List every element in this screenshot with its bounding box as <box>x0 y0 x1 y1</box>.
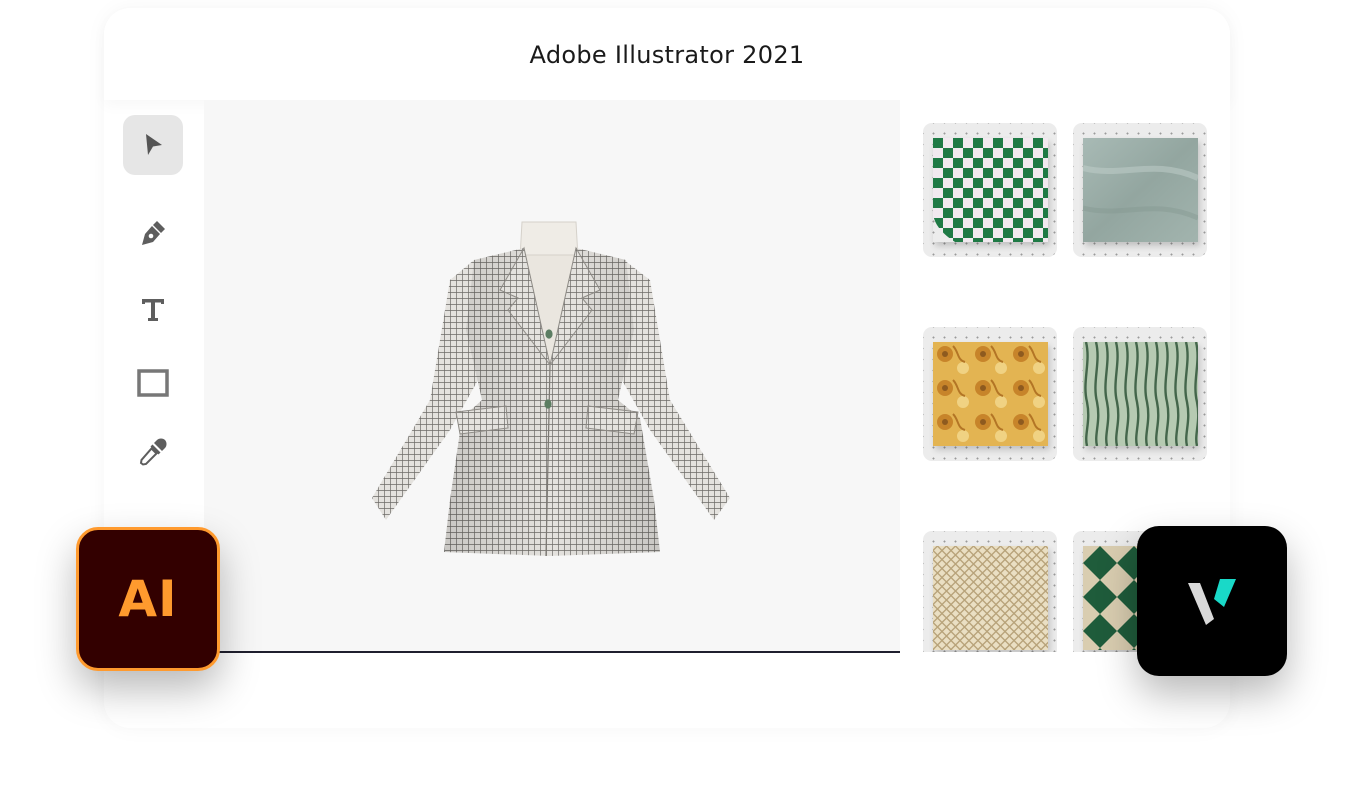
arrow-cursor-icon <box>146 134 162 155</box>
tools-panel <box>104 100 204 530</box>
illustrator-app-badge: AI <box>76 527 220 671</box>
eyedropper-tool-button[interactable] <box>123 422 183 482</box>
title-bar: Adobe Illustrator 2021 <box>104 8 1230 100</box>
sage-grey-fabric <box>1083 138 1198 242</box>
artboard-canvas[interactable] <box>204 100 900 653</box>
swatch-mustard-floral[interactable] <box>923 327 1057 461</box>
mustard-floral-fabric <box>933 342 1048 446</box>
rectangle-tool-button[interactable] <box>123 353 183 413</box>
checkerboard-fabric <box>933 138 1048 242</box>
v-logo-icon <box>1188 579 1236 625</box>
selection-tool-button[interactable] <box>123 115 183 175</box>
eyedropper-icon <box>139 438 167 466</box>
blazer-artwork <box>372 221 730 557</box>
swatch-green-wavy-stripe[interactable] <box>1073 327 1207 461</box>
green-wavy-fabric <box>1083 342 1198 446</box>
pen-icon <box>142 221 165 245</box>
type-tool-button[interactable] <box>123 280 183 340</box>
rectangle-icon <box>137 369 169 397</box>
style3d-app-badge <box>1137 526 1287 676</box>
text-icon <box>142 299 164 321</box>
window-title: Adobe Illustrator 2021 <box>529 41 805 69</box>
swatch-beige-lattice-knit[interactable] <box>923 531 1057 652</box>
pen-tool-button[interactable] <box>123 203 183 263</box>
beige-lattice-fabric <box>933 546 1048 650</box>
illustrator-badge-label: AI <box>118 570 178 628</box>
swatch-green-white-checkerboard[interactable] <box>923 123 1057 257</box>
swatch-sage-grey-solid[interactable] <box>1073 123 1207 257</box>
